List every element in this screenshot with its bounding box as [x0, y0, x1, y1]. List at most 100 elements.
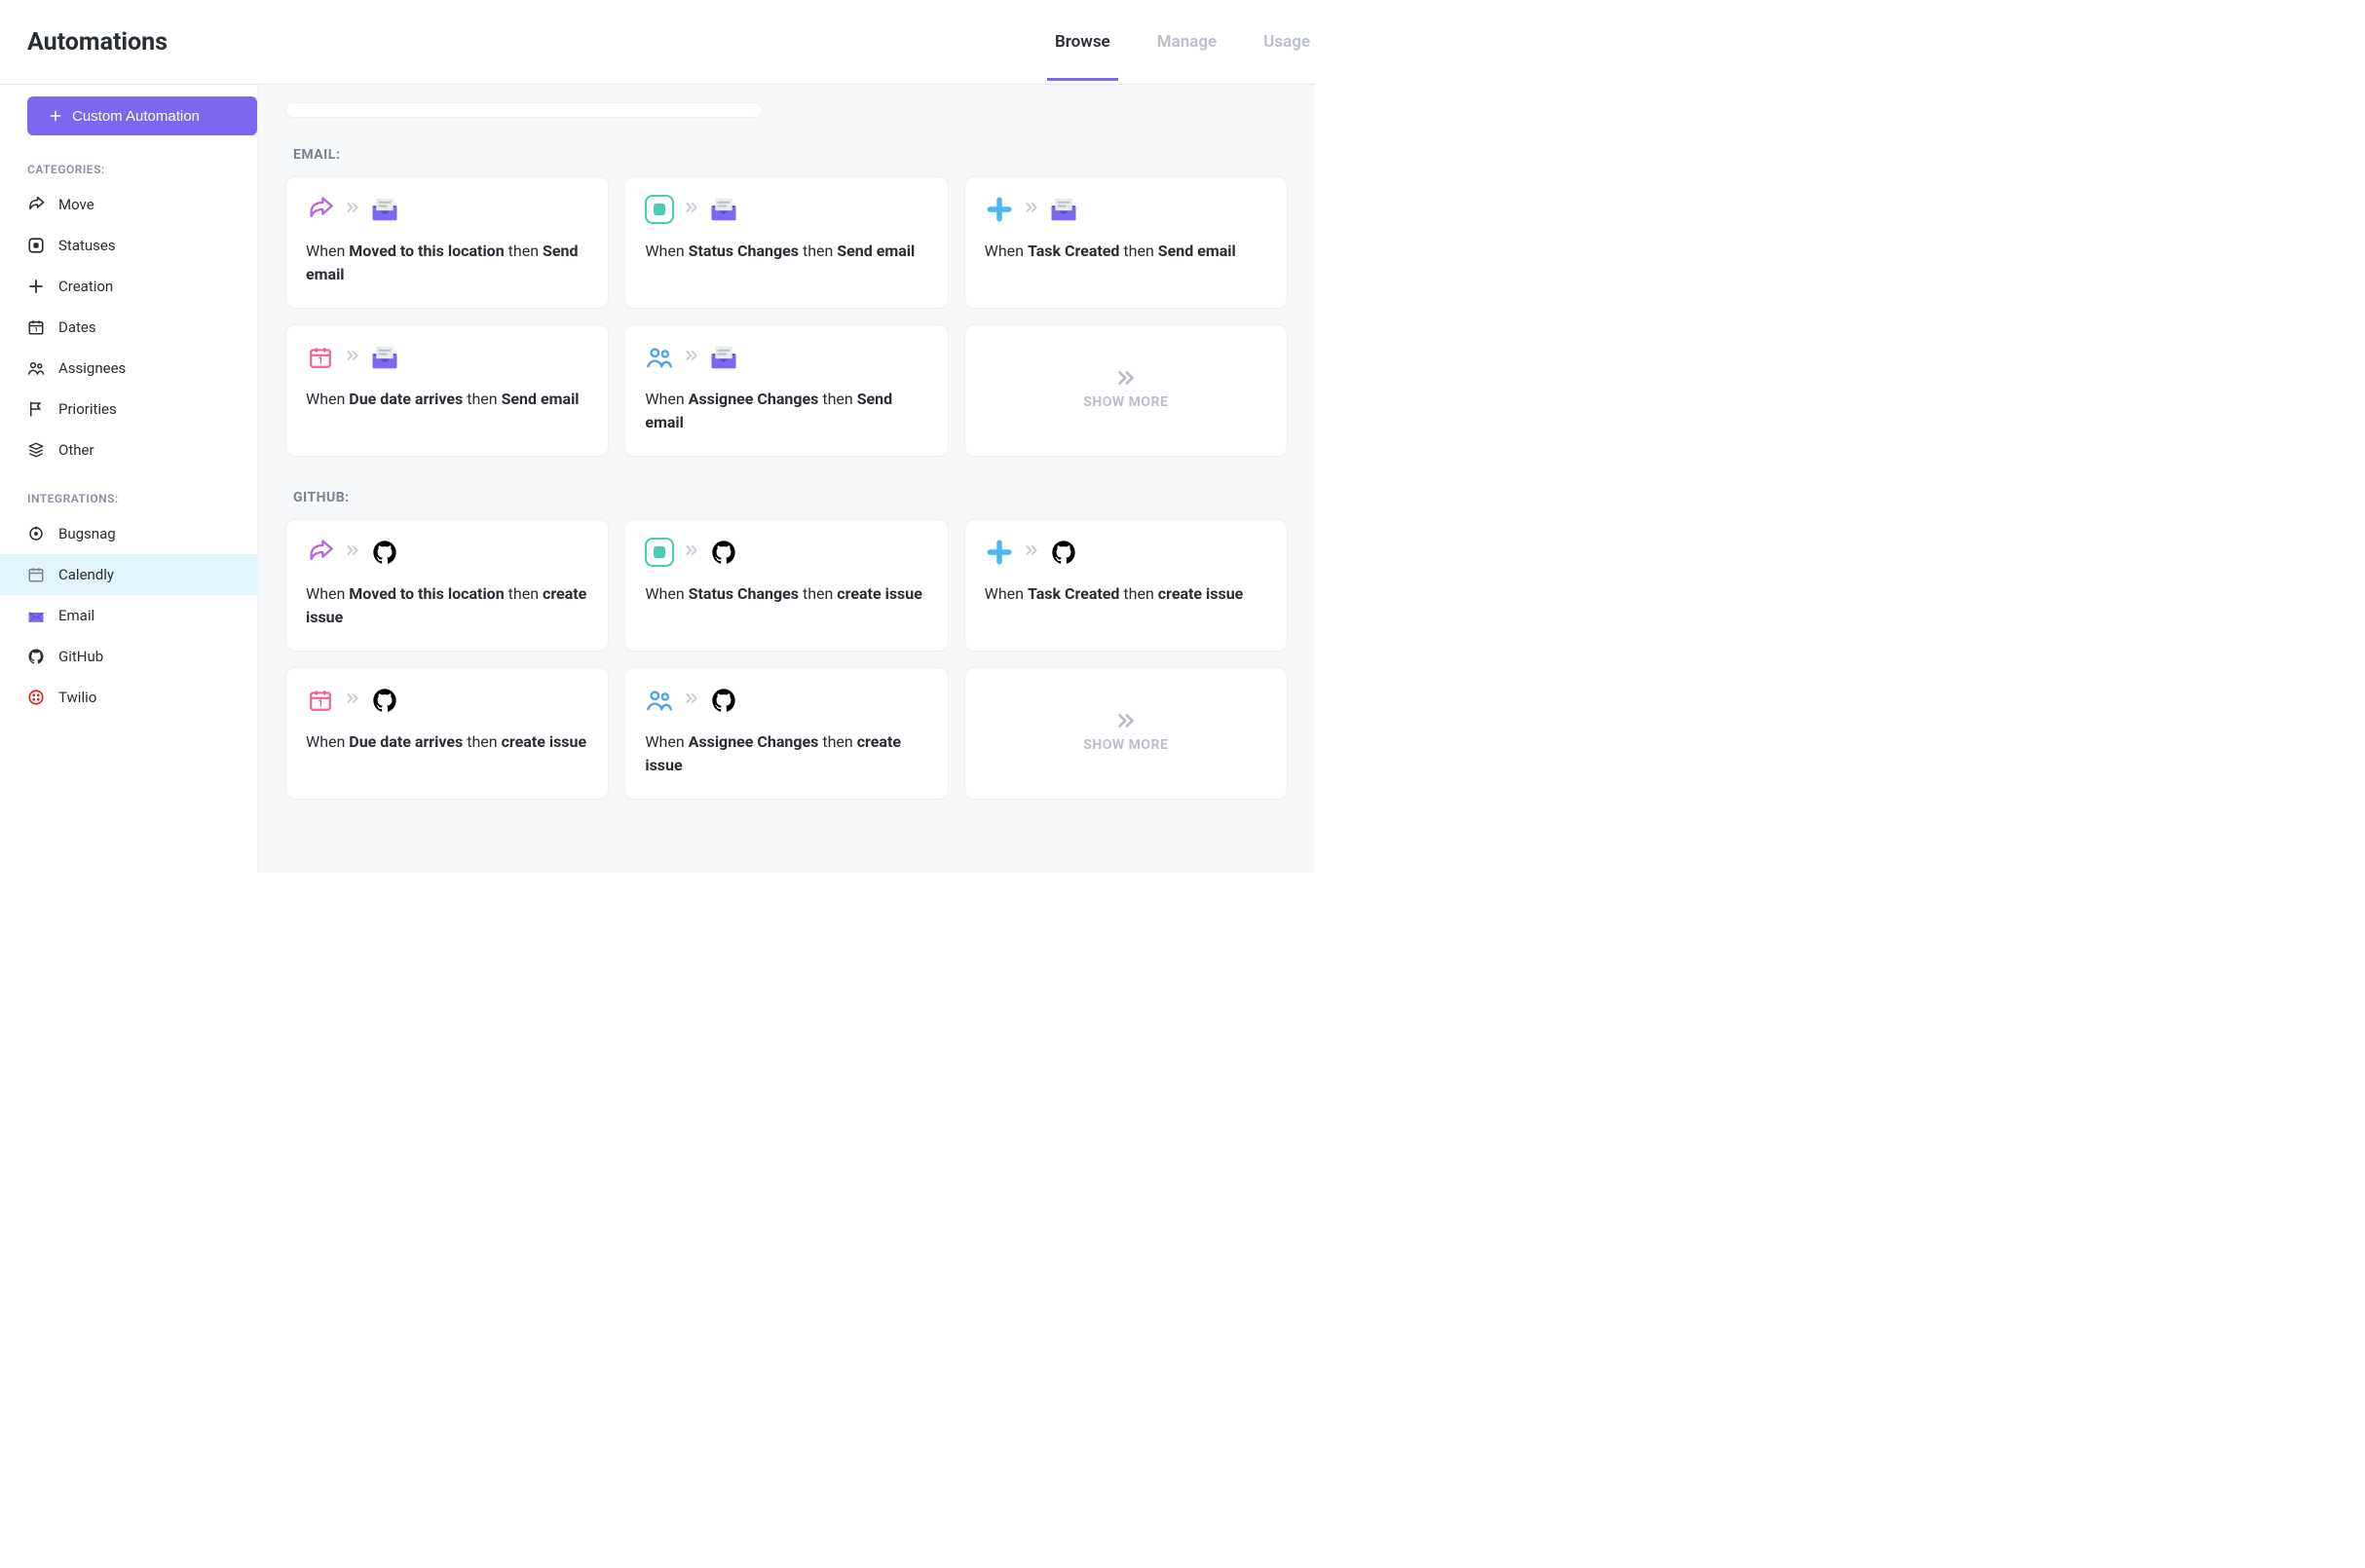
- automation-card[interactable]: When Status Changes then Send email: [624, 176, 948, 309]
- automation-desc: When Status Changes then Send email: [645, 240, 927, 263]
- chevrons-icon: [684, 691, 699, 710]
- chevrons-icon: [684, 348, 699, 367]
- github-icon: [370, 538, 399, 567]
- chevrons-icon: [1115, 367, 1137, 389]
- github-icon: [709, 538, 738, 567]
- integration-email[interactable]: Email: [0, 595, 257, 636]
- email-icon: [709, 343, 738, 372]
- share-icon: [306, 195, 335, 224]
- people-icon: [27, 359, 45, 377]
- tabs: Browse Manage Usage: [1047, 3, 1318, 81]
- integrations-label: INTEGRATIONS:: [0, 484, 257, 513]
- sidebar: Custom Automation CATEGORIES: Move Statu…: [0, 85, 258, 873]
- custom-automation-label: Custom Automation: [72, 108, 200, 125]
- stack-icon: [27, 441, 45, 459]
- chevrons-icon: [1115, 710, 1137, 731]
- automation-card[interactable]: When Moved to this location then create …: [285, 519, 609, 652]
- category-assignees[interactable]: Assignees: [0, 348, 257, 389]
- automation-desc: When Moved to this location then Send em…: [306, 240, 588, 286]
- automation-desc: When Due date arrives then create issue: [306, 730, 588, 754]
- category-other[interactable]: Other: [0, 429, 257, 470]
- chevrons-icon: [345, 691, 360, 710]
- automation-card[interactable]: When Moved to this location then Send em…: [285, 176, 609, 309]
- calendar-icon: [306, 343, 335, 372]
- categories-list: Move Statuses Creation Dates Assignees P…: [0, 184, 257, 470]
- status-icon: [645, 538, 674, 567]
- tab-browse[interactable]: Browse: [1047, 3, 1118, 81]
- email-icon: [1049, 195, 1078, 224]
- integration-label: Email: [58, 607, 94, 624]
- integration-bugsnag[interactable]: Bugsnag: [0, 513, 257, 554]
- chevrons-icon: [345, 348, 360, 367]
- automation-desc: When Assignee Changes then create issue: [645, 730, 927, 777]
- plus-icon: [47, 107, 64, 125]
- category-label: Move: [58, 196, 94, 213]
- email-cards: When Moved to this location then Send em…: [285, 176, 1288, 457]
- share-icon: [27, 196, 45, 213]
- github-cards: When Moved to this location then create …: [285, 519, 1288, 800]
- plus-icon: [985, 195, 1014, 224]
- section-title-email: EMAIL:: [293, 147, 1288, 163]
- automation-card[interactable]: When Status Changes then create issue: [624, 519, 948, 652]
- tab-usage[interactable]: Usage: [1256, 3, 1318, 81]
- flag-icon: [27, 400, 45, 418]
- plus-icon: [985, 538, 1014, 567]
- show-more-button[interactable]: SHOW MORE: [964, 324, 1288, 457]
- automation-card[interactable]: When Assignee Changes then Send email: [624, 324, 948, 457]
- chevrons-icon: [684, 200, 699, 219]
- tab-manage[interactable]: Manage: [1149, 3, 1224, 81]
- integration-twilio[interactable]: Twilio: [0, 677, 257, 718]
- category-move[interactable]: Move: [0, 184, 257, 225]
- chevrons-icon: [345, 200, 360, 219]
- integration-label: GitHub: [58, 648, 103, 665]
- github-icon: [370, 686, 399, 715]
- category-creation[interactable]: Creation: [0, 266, 257, 307]
- category-label: Creation: [58, 278, 113, 295]
- automation-desc: When Status Changes then create issue: [645, 582, 927, 606]
- email-icon: [370, 343, 399, 372]
- github-icon: [709, 686, 738, 715]
- bugsnag-icon: [27, 525, 45, 542]
- content: EMAIL: When Moved to this location then …: [258, 85, 1315, 873]
- show-more-label: SHOW MORE: [1083, 394, 1168, 410]
- calendar-icon: [306, 686, 335, 715]
- automation-card[interactable]: When Assignee Changes then create issue: [624, 667, 948, 800]
- integration-github[interactable]: GitHub: [0, 636, 257, 677]
- placeholder-card: [285, 102, 763, 118]
- chevrons-icon: [684, 542, 699, 562]
- email-icon: [709, 195, 738, 224]
- automation-card[interactable]: When Task Created then create issue: [964, 519, 1288, 652]
- category-priorities[interactable]: Priorities: [0, 389, 257, 429]
- automation-card[interactable]: When Due date arrives then Send email: [285, 324, 609, 457]
- status-icon: [27, 237, 45, 254]
- calendar-icon: [27, 318, 45, 336]
- automation-card[interactable]: When Task Created then Send email: [964, 176, 1288, 309]
- integration-calendly[interactable]: Calendly: [0, 554, 257, 595]
- twilio-icon: [27, 689, 45, 706]
- plus-icon: [27, 278, 45, 295]
- automation-card[interactable]: When Due date arrives then create issue: [285, 667, 609, 800]
- category-label: Priorities: [58, 400, 117, 418]
- integration-label: Bugsnag: [58, 525, 116, 542]
- share-icon: [306, 538, 335, 567]
- github-icon: [27, 648, 45, 665]
- automation-desc: When Task Created then Send email: [985, 240, 1267, 263]
- show-more-button[interactable]: SHOW MORE: [964, 667, 1288, 800]
- category-label: Assignees: [58, 359, 126, 377]
- integration-label: Calendly: [58, 566, 114, 583]
- integration-label: Twilio: [58, 689, 96, 706]
- status-icon: [645, 195, 674, 224]
- automation-desc: When Assignee Changes then Send email: [645, 388, 927, 434]
- category-label: Other: [58, 441, 94, 459]
- custom-automation-button[interactable]: Custom Automation: [27, 96, 257, 135]
- app-header: Automations Browse Manage Usage: [0, 0, 1315, 85]
- automation-desc: When Due date arrives then Send email: [306, 388, 588, 411]
- automation-desc: When Task Created then create issue: [985, 582, 1267, 606]
- show-more-label: SHOW MORE: [1083, 737, 1168, 753]
- email-icon: [370, 195, 399, 224]
- people-icon: [645, 686, 674, 715]
- category-label: Dates: [58, 318, 96, 336]
- chevrons-icon: [345, 542, 360, 562]
- category-statuses[interactable]: Statuses: [0, 225, 257, 266]
- category-dates[interactable]: Dates: [0, 307, 257, 348]
